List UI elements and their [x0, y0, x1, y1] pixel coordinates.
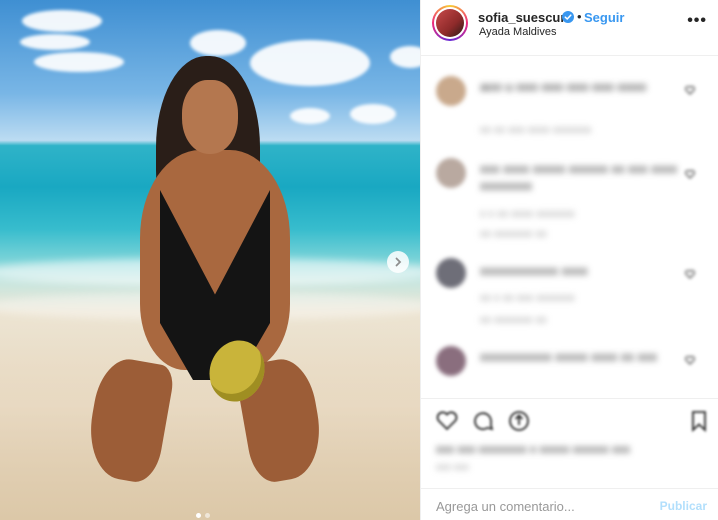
cloud [22, 10, 102, 32]
like-comment-icon[interactable] [685, 86, 695, 95]
bookmark-icon[interactable] [687, 409, 711, 433]
location-link[interactable]: Ayada Maldives [479, 26, 556, 38]
carousel-indicator [196, 513, 210, 518]
comment-text: xxxxxxxxxxxx xxxx [480, 263, 588, 278]
comment-avatar[interactable] [436, 158, 466, 188]
comment-avatar[interactable] [436, 346, 466, 376]
comment-text: xxx xxxx xxxxx xxxxxx xx xxx xxxx xxxxxx… [480, 161, 678, 193]
comment-meta: x x xx xxxx xxxxxxx [480, 208, 575, 220]
comment-icon[interactable] [471, 409, 495, 433]
cloud [390, 46, 420, 68]
username-link[interactable]: sofia_suescun [478, 10, 568, 25]
view-replies[interactable]: xx xxxxxxx xx [480, 228, 547, 240]
verified-badge-icon [562, 11, 574, 23]
comment-item: xxx xxxx xxxxx xxxxxx xx xxx xxxx xxxxxx… [421, 158, 718, 248]
post-header: sofia_suescun • Seguir Ayada Maldives ••… [421, 0, 718, 56]
comment-input[interactable] [436, 497, 656, 515]
post-photo[interactable] [0, 0, 420, 520]
comment-meta: xx x xx xxx xxxxxxx [480, 292, 575, 304]
comment-item: xxxxxxxxxxxx xxxx xx x xx xxx xxxxxxx xx… [421, 256, 718, 336]
cloud [350, 104, 396, 124]
more-options-button[interactable]: ••• [687, 12, 707, 30]
likes-summary[interactable]: xxx xxx xxxxxxxx x xxxxx xxxxxx xxx [436, 441, 706, 458]
comment-meta: xx xx xxx xxxx xxxxxxx [480, 124, 592, 136]
share-icon[interactable] [507, 409, 531, 433]
post-side-panel: sofia_suescun • Seguir Ayada Maldives ••… [420, 0, 718, 520]
like-comment-icon[interactable] [685, 356, 695, 365]
like-comment-icon[interactable] [685, 170, 695, 179]
comments-list: aoo u ooo ooo ooo ooo oooo xx xx xxx xxx… [421, 56, 718, 396]
cloud [20, 34, 90, 50]
cloud [34, 52, 124, 72]
comment-item: aoo u ooo ooo ooo ooo oooo xx xx xxx xxx… [421, 74, 718, 154]
publish-button[interactable]: Publicar [660, 499, 707, 513]
comment-avatar[interactable] [436, 76, 466, 106]
post-timestamp: xxx xxx [436, 462, 469, 473]
avatar[interactable] [432, 5, 468, 41]
carousel-dot [196, 513, 201, 518]
like-comment-icon[interactable] [685, 270, 695, 279]
view-replies[interactable]: xx xxxxxxx xx [480, 314, 547, 326]
follow-button[interactable]: Seguir [584, 10, 624, 25]
heart-icon[interactable] [435, 409, 459, 433]
person-face [182, 80, 238, 154]
cloud [190, 30, 246, 56]
next-photo-button[interactable] [387, 251, 409, 273]
cloud [250, 40, 370, 86]
cloud [290, 108, 330, 124]
add-comment-bar: Publicar [421, 488, 718, 520]
post-actions: xxx xxx xxxxxxxx x xxxxx xxxxxx xxx xxx … [421, 398, 718, 488]
carousel-dot [205, 513, 210, 518]
comment-avatar[interactable] [436, 258, 466, 288]
chevron-right-icon [395, 257, 402, 267]
separator-dot: • [577, 9, 582, 24]
avatar-image [436, 9, 464, 37]
comment-text: xxxxxxxxxxx xxxxx xxxx xx xxx [480, 349, 657, 364]
comment-text: aoo u ooo ooo ooo ooo oooo [480, 79, 647, 94]
comment-item: xxxxxxxxxxx xxxxx xxxx xx xxx [421, 344, 718, 394]
